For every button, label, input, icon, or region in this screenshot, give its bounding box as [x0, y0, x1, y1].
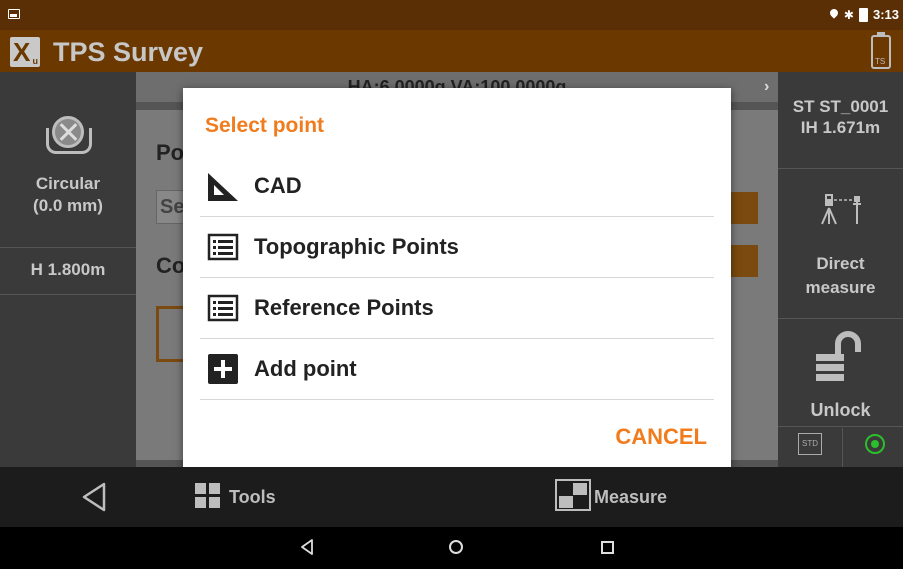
tools-button[interactable]: Tools: [229, 487, 276, 508]
chevron-right-icon[interactable]: ›: [764, 78, 769, 96]
direct-measure-label-2: measure: [805, 278, 876, 297]
divider: [0, 294, 136, 295]
prism-type[interactable]: Circular (0.0 mm): [0, 173, 136, 217]
divider: [778, 318, 903, 319]
set-square-icon: [208, 173, 238, 201]
option-reference-points[interactable]: Reference Points: [200, 278, 714, 339]
code-label: Co: [156, 253, 186, 278]
instrument-battery-icon[interactable]: TS: [871, 32, 891, 69]
plus-icon: [208, 354, 238, 384]
battery-icon: [858, 7, 868, 22]
system-nav-bar: [0, 527, 903, 569]
option-topographic-points[interactable]: Topographic Points: [200, 217, 714, 278]
cancel-button[interactable]: CANCEL: [615, 424, 707, 450]
location-icon: [829, 9, 839, 21]
app-bar: TPS Survey TS: [0, 30, 903, 72]
unlock-label[interactable]: Unlock: [778, 400, 903, 421]
option-label: Topographic Points: [254, 234, 459, 259]
bottom-toolbar: Tools Measure: [0, 467, 903, 527]
option-label: Add point: [254, 356, 357, 381]
station-info[interactable]: ST ST_0001 IH 1.671m: [778, 96, 903, 138]
list-icon: [207, 233, 239, 261]
select-point-dialog: Select point CAD Topographic Points Refe…: [183, 88, 731, 470]
prism-type-label: Circular: [35, 174, 101, 193]
bluetooth-icon: ✱: [843, 7, 854, 22]
app-title: TPS Survey: [53, 37, 204, 67]
app-logo-icon: [10, 37, 40, 68]
option-cad[interactable]: CAD: [200, 156, 714, 217]
instrument-height: IH 1.671m: [800, 118, 881, 137]
picture-icon: [8, 9, 20, 19]
direct-measure-label-1: Direct: [816, 254, 865, 273]
left-panel: Circular (0.0 mm) H 1.800m: [0, 72, 136, 467]
dialog-title: Select point: [205, 114, 325, 137]
point-select-button[interactable]: [728, 192, 758, 224]
option-label: CAD: [254, 173, 302, 198]
nav-recents-icon[interactable]: [601, 541, 614, 554]
option-label: Reference Points: [254, 295, 434, 320]
direct-measure-icon: [821, 194, 861, 225]
unlock-icon[interactable]: [816, 330, 866, 388]
measure-icon[interactable]: [555, 479, 591, 511]
list-icon: [207, 294, 239, 322]
direct-measure-button[interactable]: Direct measure: [778, 252, 903, 300]
instrument-battery-label: TS: [875, 57, 886, 66]
code-select-button[interactable]: [728, 245, 758, 277]
nav-home-icon[interactable]: [449, 540, 463, 554]
prism-icon[interactable]: [46, 116, 92, 154]
target-icon[interactable]: [865, 434, 885, 454]
divider: [778, 426, 903, 427]
std-mode-button[interactable]: STD: [798, 433, 822, 455]
back-icon[interactable]: [80, 481, 108, 513]
clock: 3:13: [872, 7, 899, 22]
prism-constant-label: (0.0 mm): [33, 196, 103, 215]
prism-height[interactable]: H 1.800m: [0, 260, 136, 280]
divider: [842, 428, 843, 467]
nav-back-icon[interactable]: [300, 539, 314, 555]
measure-button[interactable]: Measure: [594, 487, 667, 508]
point-label: Po: [156, 140, 185, 165]
divider: [0, 247, 136, 248]
divider: [778, 168, 903, 169]
option-add-point[interactable]: Add point: [200, 339, 714, 400]
tools-icon[interactable]: [195, 483, 221, 509]
status-bar: ✱ 3:13: [0, 0, 903, 30]
station-name: ST ST_0001: [792, 97, 889, 116]
right-panel: › ST ST_0001 IH 1.671m Direct measure Un…: [764, 72, 903, 467]
status-icons: ✱ 3:13: [829, 7, 899, 22]
